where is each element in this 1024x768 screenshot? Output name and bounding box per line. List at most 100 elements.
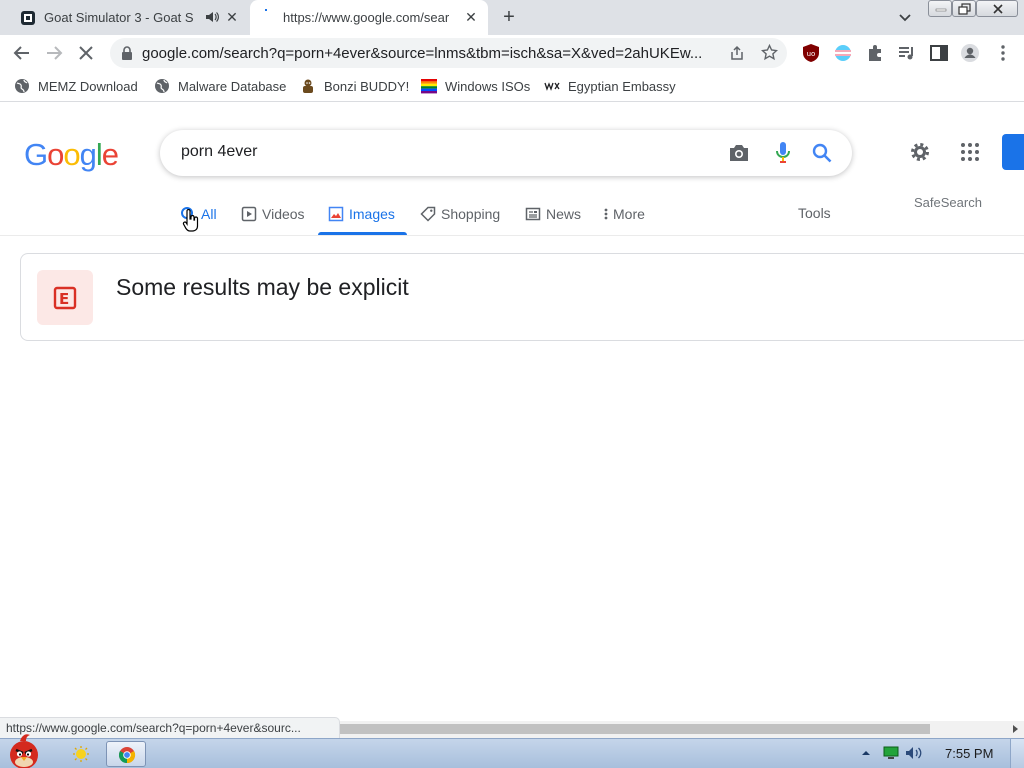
ublock-icon[interactable]: uo xyxy=(801,43,821,63)
tag-icon xyxy=(420,206,436,222)
horizontal-scrollbar[interactable] xyxy=(340,721,1024,738)
tab-more[interactable]: More xyxy=(603,204,645,224)
bookmark-bonzi-buddy[interactable]: Bonzi BUDDY! xyxy=(300,76,409,96)
tray-expand-icon[interactable] xyxy=(861,748,871,758)
bookmark-malware-database[interactable]: Malware Database xyxy=(154,76,286,96)
taskbar-explorer-button[interactable] xyxy=(62,741,102,767)
side-panel-icon[interactable] xyxy=(929,43,949,63)
bookmark-label: Malware Database xyxy=(178,78,287,94)
tools-button[interactable]: Tools xyxy=(798,205,831,221)
tab-videos[interactable]: Videos xyxy=(241,204,305,224)
tab-shopping[interactable]: Shopping xyxy=(420,204,500,224)
omnibox[interactable]: google.com/search?q=porn+4ever&source=ln… xyxy=(110,38,787,68)
new-tab-icon[interactable]: + xyxy=(500,7,518,27)
hand-cursor-icon xyxy=(182,209,199,232)
start-button-angry-bird-icon[interactable] xyxy=(2,731,50,768)
camera-icon[interactable] xyxy=(728,143,750,163)
explicit-badge: E xyxy=(37,270,93,325)
tab-google-search[interactable]: https://www.google.com/sear ✕ xyxy=(250,0,488,35)
safesearch-link[interactable]: SafeSearch xyxy=(914,195,982,210)
google-results-page: Google porn 4ever All Videos Images Shop… xyxy=(0,103,1024,720)
bookmark-label: Bonzi BUDDY! xyxy=(324,78,410,94)
bookmark-label: Egyptian Embassy xyxy=(568,78,676,94)
share-icon[interactable] xyxy=(729,45,745,61)
tab-label: Videos xyxy=(262,206,305,222)
globe-icon xyxy=(155,79,169,93)
tab-label: More xyxy=(613,206,645,222)
rainbow-flag-icon xyxy=(421,79,437,94)
lock-icon[interactable] xyxy=(121,46,133,60)
globe-icon xyxy=(15,79,29,93)
tab-label: All xyxy=(201,206,217,222)
loading-spinner-icon xyxy=(265,9,267,11)
restore-icon xyxy=(958,3,971,15)
extensions-puzzle-icon[interactable] xyxy=(865,43,885,63)
url-text[interactable]: google.com/search?q=porn+4ever&source=ln… xyxy=(142,45,722,62)
tab-news[interactable]: News xyxy=(525,204,581,224)
explicit-results-notice: E Some results may be explicit xyxy=(20,253,1024,341)
taskbar-clock[interactable]: 7:55 PM xyxy=(945,746,993,761)
media-control-icon[interactable] xyxy=(897,43,917,63)
chrome-icon xyxy=(118,747,136,764)
tab-images[interactable]: Images xyxy=(328,204,395,224)
bookmark-egyptian-embassy[interactable]: Egyptian Embassy xyxy=(544,76,676,96)
bookmark-memz-download[interactable]: MEMZ Download xyxy=(14,76,138,96)
tab-label: News xyxy=(546,206,582,222)
search-input[interactable]: porn 4ever xyxy=(181,143,258,161)
search-box[interactable]: porn 4ever xyxy=(160,130,852,176)
tab-goat-simulator[interactable]: Goat Simulator 3 - Goat Si ✕ xyxy=(10,0,246,35)
scrollbar-thumb[interactable] xyxy=(340,724,930,734)
tab-title: Goat Simulator 3 - Goat Si xyxy=(44,10,194,25)
newspaper-icon xyxy=(525,207,541,221)
screen: Goat Simulator 3 - Goat Si ✕ https://www… xyxy=(0,0,1024,768)
sign-in-button[interactable] xyxy=(1002,134,1024,170)
google-logo[interactable]: Google xyxy=(24,137,119,173)
wix-icon xyxy=(544,82,560,91)
close-icon xyxy=(993,4,1003,14)
close-window-button[interactable] xyxy=(976,0,1018,17)
active-tab-underline xyxy=(318,232,407,235)
tab-strip: Goat Simulator 3 - Goat Si ✕ https://www… xyxy=(0,0,1024,35)
browser-toolbar: google.com/search?q=porn+4ever&source=ln… xyxy=(0,35,1024,71)
minimize-button[interactable] xyxy=(928,0,952,17)
tab-label: Images xyxy=(349,206,395,222)
profile-avatar-icon[interactable] xyxy=(960,43,980,63)
restore-button[interactable] xyxy=(952,0,976,17)
search-tabs: All Videos Images Shopping News More Too… xyxy=(0,191,1024,236)
play-icon xyxy=(241,206,257,222)
microphone-icon[interactable] xyxy=(774,141,792,165)
svg-text:uo: uo xyxy=(807,50,816,58)
taskbar: 7:55 PM xyxy=(0,734,1024,768)
gear-icon[interactable] xyxy=(908,140,932,164)
extension-flag-icon[interactable] xyxy=(833,43,853,63)
gorilla-icon xyxy=(303,79,313,93)
bookmark-windows-isos[interactable]: Windows ISOs xyxy=(421,76,530,96)
close-icon[interactable]: ✕ xyxy=(463,9,479,25)
minimize-icon xyxy=(935,8,947,12)
show-desktop-button[interactable] xyxy=(1010,739,1024,768)
back-icon[interactable] xyxy=(12,43,32,63)
scroll-right-arrow-icon[interactable] xyxy=(1010,724,1020,734)
taskbar-chrome-button[interactable] xyxy=(106,741,146,767)
kebab-menu-icon[interactable] xyxy=(993,43,1013,63)
kebab-menu-icon xyxy=(604,208,608,220)
chevron-down-icon[interactable] xyxy=(897,9,913,25)
explicit-notice-title: Some results may be explicit xyxy=(116,274,409,300)
speaker-icon[interactable] xyxy=(205,10,219,24)
forward-icon[interactable] xyxy=(44,43,64,63)
bookmarks-bar: MEMZ Download Malware Database Bonzi BUD… xyxy=(0,71,1024,102)
bookmark-label: MEMZ Download xyxy=(38,78,138,94)
folder-sun-icon xyxy=(73,746,89,762)
bookmark-label: Windows ISOs xyxy=(445,78,531,94)
network-icon[interactable] xyxy=(883,746,899,760)
explicit-badge-letter: E xyxy=(59,290,70,308)
volume-icon[interactable] xyxy=(905,745,923,761)
close-icon[interactable]: ✕ xyxy=(224,9,240,25)
image-icon xyxy=(328,206,344,222)
tab-title: https://www.google.com/sear xyxy=(283,10,450,25)
star-icon[interactable] xyxy=(761,44,778,61)
apps-grid-icon[interactable] xyxy=(960,142,980,162)
stop-loading-icon[interactable] xyxy=(76,43,96,63)
status-bubble-url: https://www.google.com/search?q=porn+4ev… xyxy=(0,717,340,738)
search-icon[interactable] xyxy=(812,143,832,163)
